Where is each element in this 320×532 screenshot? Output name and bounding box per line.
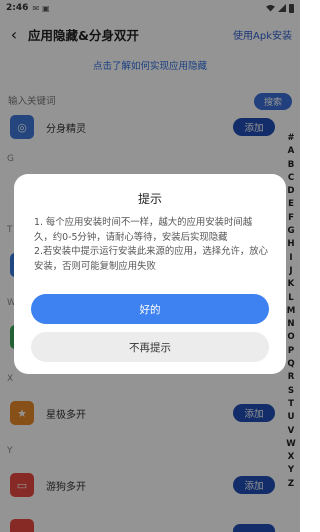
confirm-button[interactable]: 好的: [31, 294, 269, 324]
dialog-title: 提示: [137, 192, 162, 206]
dialog-message: 1. 每个应用安装时间不一样，越大的应用安装时间越久，约0-5分钟，请耐心等待，…: [34, 216, 270, 274]
dont-show-again-button[interactable]: 不再提示: [31, 332, 269, 362]
dialog-message-line-2: 2.若安装中提示运行安装此来源的应用，选择允许，放心安装，否则可能复制应用失败: [34, 246, 268, 272]
tip-dialog: 提示 1. 每个应用安装时间不一样，越大的应用安装时间越久，约0-5分钟，请耐心…: [14, 174, 286, 374]
dialog-message-line-1: 1. 每个应用安装时间不一样，越大的应用安装时间越久，约0-5分钟，请耐心等待，…: [34, 217, 253, 243]
